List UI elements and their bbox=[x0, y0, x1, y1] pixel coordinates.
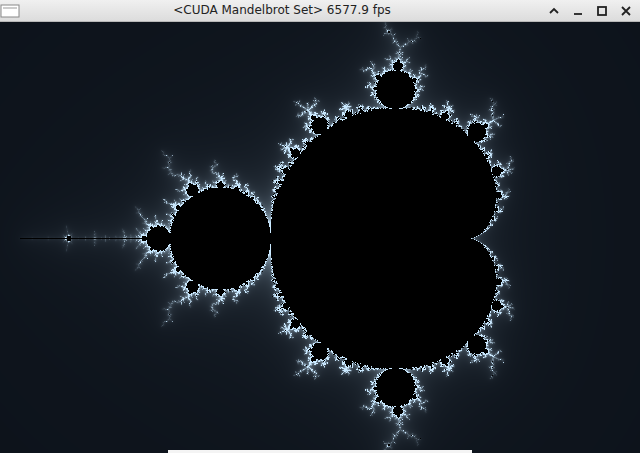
minimize-icon[interactable] bbox=[568, 1, 588, 21]
bottom-strip bbox=[168, 450, 472, 453]
app-window: <CUDA Mandelbrot Set> 6577.9 fps bbox=[0, 0, 640, 453]
render-view[interactable] bbox=[0, 22, 640, 453]
title-bar[interactable]: <CUDA Mandelbrot Set> 6577.9 fps bbox=[0, 0, 640, 22]
maximize-icon[interactable] bbox=[592, 1, 612, 21]
close-icon[interactable] bbox=[616, 1, 636, 21]
window-title: <CUDA Mandelbrot Set> 6577.9 fps bbox=[20, 3, 544, 17]
mandelbrot-canvas[interactable] bbox=[0, 22, 640, 453]
shade-icon[interactable] bbox=[544, 1, 564, 21]
app-icon[interactable] bbox=[0, 3, 20, 19]
